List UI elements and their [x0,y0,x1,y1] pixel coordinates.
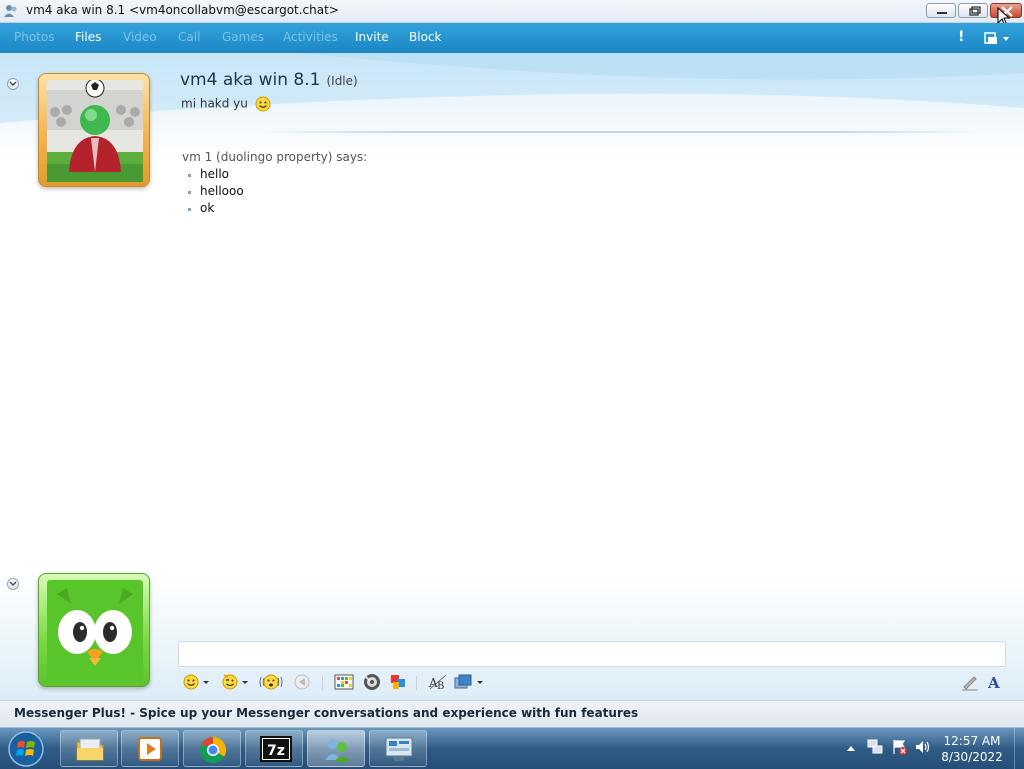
voice-clip-button[interactable] [292,672,312,692]
wink-icon [222,674,248,690]
personal-message-line: mi hakd yu [181,96,271,112]
ad-text[interactable]: Messenger Plus! - Spice up your Messenge… [14,706,638,720]
voice-clip-icon [294,674,310,690]
messenger-app-icon [4,5,17,17]
sound-button[interactable] [362,672,382,692]
smiley-icon [255,96,271,112]
contact-status: (Idle) [326,74,358,88]
show-menu-icon[interactable] [984,32,1012,46]
action-center-icon[interactable] [890,738,908,756]
nudge-button[interactable] [258,672,284,692]
taskbar-explorer[interactable] [60,730,118,767]
show-hidden-icons-icon[interactable] [846,744,856,752]
compose-toolbar: A B A [178,668,1006,696]
games-icon [391,675,405,689]
soccer-player-avatar-icon [47,80,143,182]
ad-bar[interactable]: Messenger Plus! - Spice up your Messenge… [0,700,1024,727]
svg-text:B: B [437,681,444,692]
restore-button[interactable] [958,3,988,18]
duolingo-owl-avatar-icon [47,580,143,682]
conversation-area [0,53,1024,700]
taskbar-chrome[interactable] [183,730,241,767]
system-clock[interactable]: 12:57 AM 8/30/2022 [932,733,1012,765]
contact-avatar[interactable] [38,73,150,187]
seven-zip-label: 7z [267,743,285,759]
start-button[interactable] [6,729,46,769]
bullet-icon [188,208,191,211]
font-button[interactable]: A B [428,672,448,692]
self-avatar-collapse-button[interactable] [7,578,19,590]
header-divider [260,131,980,133]
message-item: hello [188,167,244,184]
menu-block[interactable]: Block [409,30,441,44]
message-text: hellooo [200,184,244,198]
folder-icon [76,738,104,761]
menu-video[interactable]: Video [123,30,157,44]
personal-message: mi hakd yu [181,96,248,111]
handwriting-icon [962,676,978,691]
message-input[interactable] [178,641,1006,667]
contact-name: vm4 aka win 8.1 [180,70,321,90]
background-icon [334,674,354,690]
window-title: vm4 aka win 8.1 <vm4oncollabvm@escargot.… [26,3,339,17]
message-item: ok [188,201,244,218]
message-item: hellooo [188,184,244,201]
title-bar: vm4 aka win 8.1 <vm4oncollabvm@escargot.… [0,0,1024,27]
taskbar-7zip[interactable]: 7z [245,730,303,767]
menu-photos[interactable]: Photos [14,30,54,44]
svg-text:A: A [987,674,1000,692]
taskbar: 7z 12:57 AM 8/30/2022 [0,727,1024,769]
seven-zip-icon: 7z [260,736,292,762]
menu-activities[interactable]: Activities [283,30,338,44]
menu-bar: Photos Files Video Call Games Activities… [0,23,1024,53]
show-desktop-button[interactable] [1014,728,1024,769]
minimize-button[interactable] [926,3,956,18]
network-icon[interactable] [866,738,884,756]
taskbar-control-panel[interactable] [369,730,427,767]
taskbar-messenger[interactable] [307,730,365,767]
nudge-icon [259,674,283,690]
text-format-button[interactable]: A [986,672,1004,692]
menu-invite[interactable]: Invite [355,30,389,44]
taskbar-media-player[interactable] [121,730,179,767]
sender-line: vm 1 (duolingo property) says: [182,150,368,164]
handwriting-button[interactable] [960,672,980,692]
bullet-icon [188,191,191,194]
messenger-icon [325,739,350,762]
menu-call[interactable]: Call [178,30,200,44]
send-file-icon [454,674,483,689]
wink-button[interactable] [220,672,250,692]
bullet-icon [188,174,191,177]
header-swoosh [0,53,1024,123]
alert-icon[interactable]: ! [958,29,964,45]
emoticon-button[interactable] [182,672,210,692]
menu-files[interactable]: Files [75,30,101,44]
volume-icon[interactable] [914,738,932,756]
sound-icon [364,674,380,690]
font-icon: A B [428,674,447,692]
contact-name-line: vm4 aka win 8.1 (Idle) [180,70,358,90]
clock-date: 8/30/2022 [941,750,1003,764]
send-file-button[interactable] [454,672,484,692]
message-text: hello [200,167,229,181]
toolbar-separator [322,676,323,690]
message-list: hello hellooo ok [188,167,244,218]
chrome-icon [199,736,227,764]
background-button[interactable] [334,672,354,692]
message-text: ok [200,201,215,215]
emoticon-icon [183,674,209,690]
contact-avatar-collapse-button[interactable] [7,78,19,90]
clock-time: 12:57 AM [943,734,1001,748]
media-player-icon [138,737,162,761]
control-panel-icon [385,737,413,761]
menu-games[interactable]: Games [222,30,264,44]
text-format-icon: A [987,674,1000,692]
games-button[interactable] [388,672,408,692]
toolbar-separator [416,676,417,690]
self-avatar[interactable] [38,573,150,687]
